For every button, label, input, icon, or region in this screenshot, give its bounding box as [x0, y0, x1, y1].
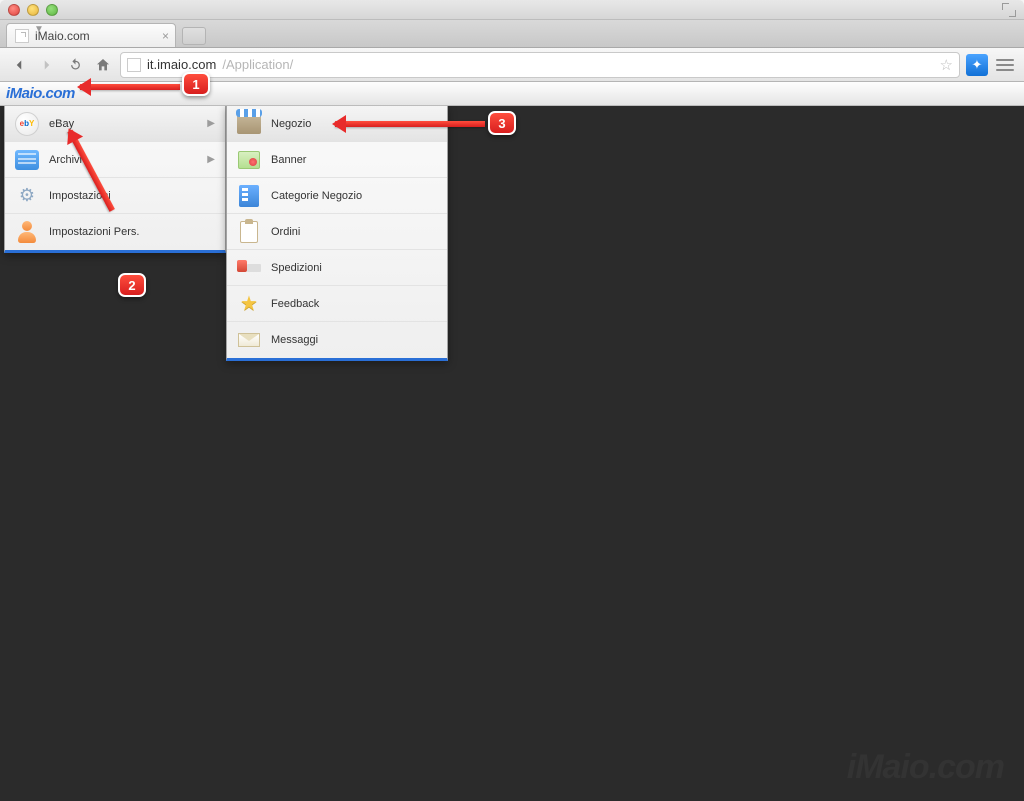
secondary-menu: Negozio Banner Categorie Negozio Ordini …	[226, 105, 448, 361]
zoom-window-icon[interactable]	[46, 4, 58, 16]
menu-label: Negozio	[271, 118, 311, 130]
annotation-callout-3: 3	[488, 111, 516, 135]
annotation-arrow-1	[80, 84, 180, 90]
hamburger-icon	[996, 56, 1014, 74]
truck-icon	[237, 260, 261, 276]
page-icon	[127, 58, 141, 72]
header-dropdown-icon[interactable]: ▼	[34, 24, 44, 35]
bookmark-star-icon[interactable]: ☆	[940, 56, 953, 74]
ebay-icon: ebY	[15, 112, 39, 136]
menu-label: Feedback	[271, 298, 319, 310]
menu-label: Banner	[271, 154, 306, 166]
menu-item-impostazioni-pers[interactable]: Impostazioni Pers.	[5, 214, 225, 250]
envelope-icon	[238, 333, 260, 347]
banner-icon	[238, 151, 260, 169]
submenu-arrow-icon: ▶	[207, 118, 215, 129]
favicon-icon	[15, 29, 29, 43]
annotation-callout-1: 1	[182, 72, 210, 96]
submenu-item-feedback[interactable]: ★ Feedback	[227, 286, 447, 322]
menu-item-archivi[interactable]: Archivi ▶	[5, 142, 225, 178]
categories-icon	[239, 185, 259, 207]
menu-label: Impostazioni Pers.	[49, 226, 139, 238]
submenu-item-messaggi[interactable]: Messaggi	[227, 322, 447, 358]
browser-tab[interactable]: iMaio.com ×	[6, 23, 176, 47]
minimize-window-icon[interactable]	[27, 4, 39, 16]
annotation-arrow-3	[335, 121, 485, 127]
menu-label: Archivi	[49, 154, 82, 166]
menu-label: Messaggi	[271, 334, 318, 346]
archive-icon	[15, 150, 39, 170]
menu-button[interactable]	[994, 54, 1016, 76]
shop-icon	[237, 114, 261, 134]
extension-icon[interactable]: ✦	[966, 54, 988, 76]
clipboard-icon	[240, 221, 258, 243]
address-bar[interactable]: it.imaio.com/Application/ ☆	[120, 52, 960, 78]
new-tab-button[interactable]	[182, 27, 206, 45]
annotation-callout-2: 2	[118, 273, 146, 297]
submenu-item-spedizioni[interactable]: Spedizioni	[227, 250, 447, 286]
primary-menu: ebY eBay ▶ Archivi ▶ ⚙ Impostazioni Impo…	[4, 105, 226, 253]
menu-label: Spedizioni	[271, 262, 322, 274]
url-host: it.imaio.com	[147, 57, 216, 72]
submenu-item-banner[interactable]: Banner	[227, 142, 447, 178]
home-button[interactable]	[92, 54, 114, 76]
menu-label: Categorie Negozio	[271, 190, 362, 202]
forward-button[interactable]	[36, 54, 58, 76]
tab-strip: iMaio.com ×	[0, 20, 1024, 48]
person-icon	[17, 221, 37, 243]
back-button[interactable]	[8, 54, 30, 76]
app-logo[interactable]: iMaio.com	[6, 85, 75, 102]
gears-icon: ⚙	[15, 184, 39, 208]
menu-item-ebay[interactable]: ebY eBay ▶	[5, 106, 225, 142]
menu-label: Ordini	[271, 226, 300, 238]
close-window-icon[interactable]	[8, 4, 20, 16]
close-tab-icon[interactable]: ×	[162, 29, 169, 43]
traffic-lights	[8, 4, 58, 16]
fullscreen-icon[interactable]	[1002, 3, 1016, 17]
submenu-item-categorie[interactable]: Categorie Negozio	[227, 178, 447, 214]
window-titlebar	[0, 0, 1024, 20]
reload-button[interactable]	[64, 54, 86, 76]
url-path: /Application/	[222, 57, 293, 72]
star-icon: ★	[237, 292, 261, 316]
watermark: iMaio.com	[847, 748, 1004, 787]
submenu-arrow-icon: ▶	[207, 154, 215, 165]
submenu-item-ordini[interactable]: Ordini	[227, 214, 447, 250]
browser-toolbar: it.imaio.com/Application/ ☆ ✦	[0, 48, 1024, 82]
